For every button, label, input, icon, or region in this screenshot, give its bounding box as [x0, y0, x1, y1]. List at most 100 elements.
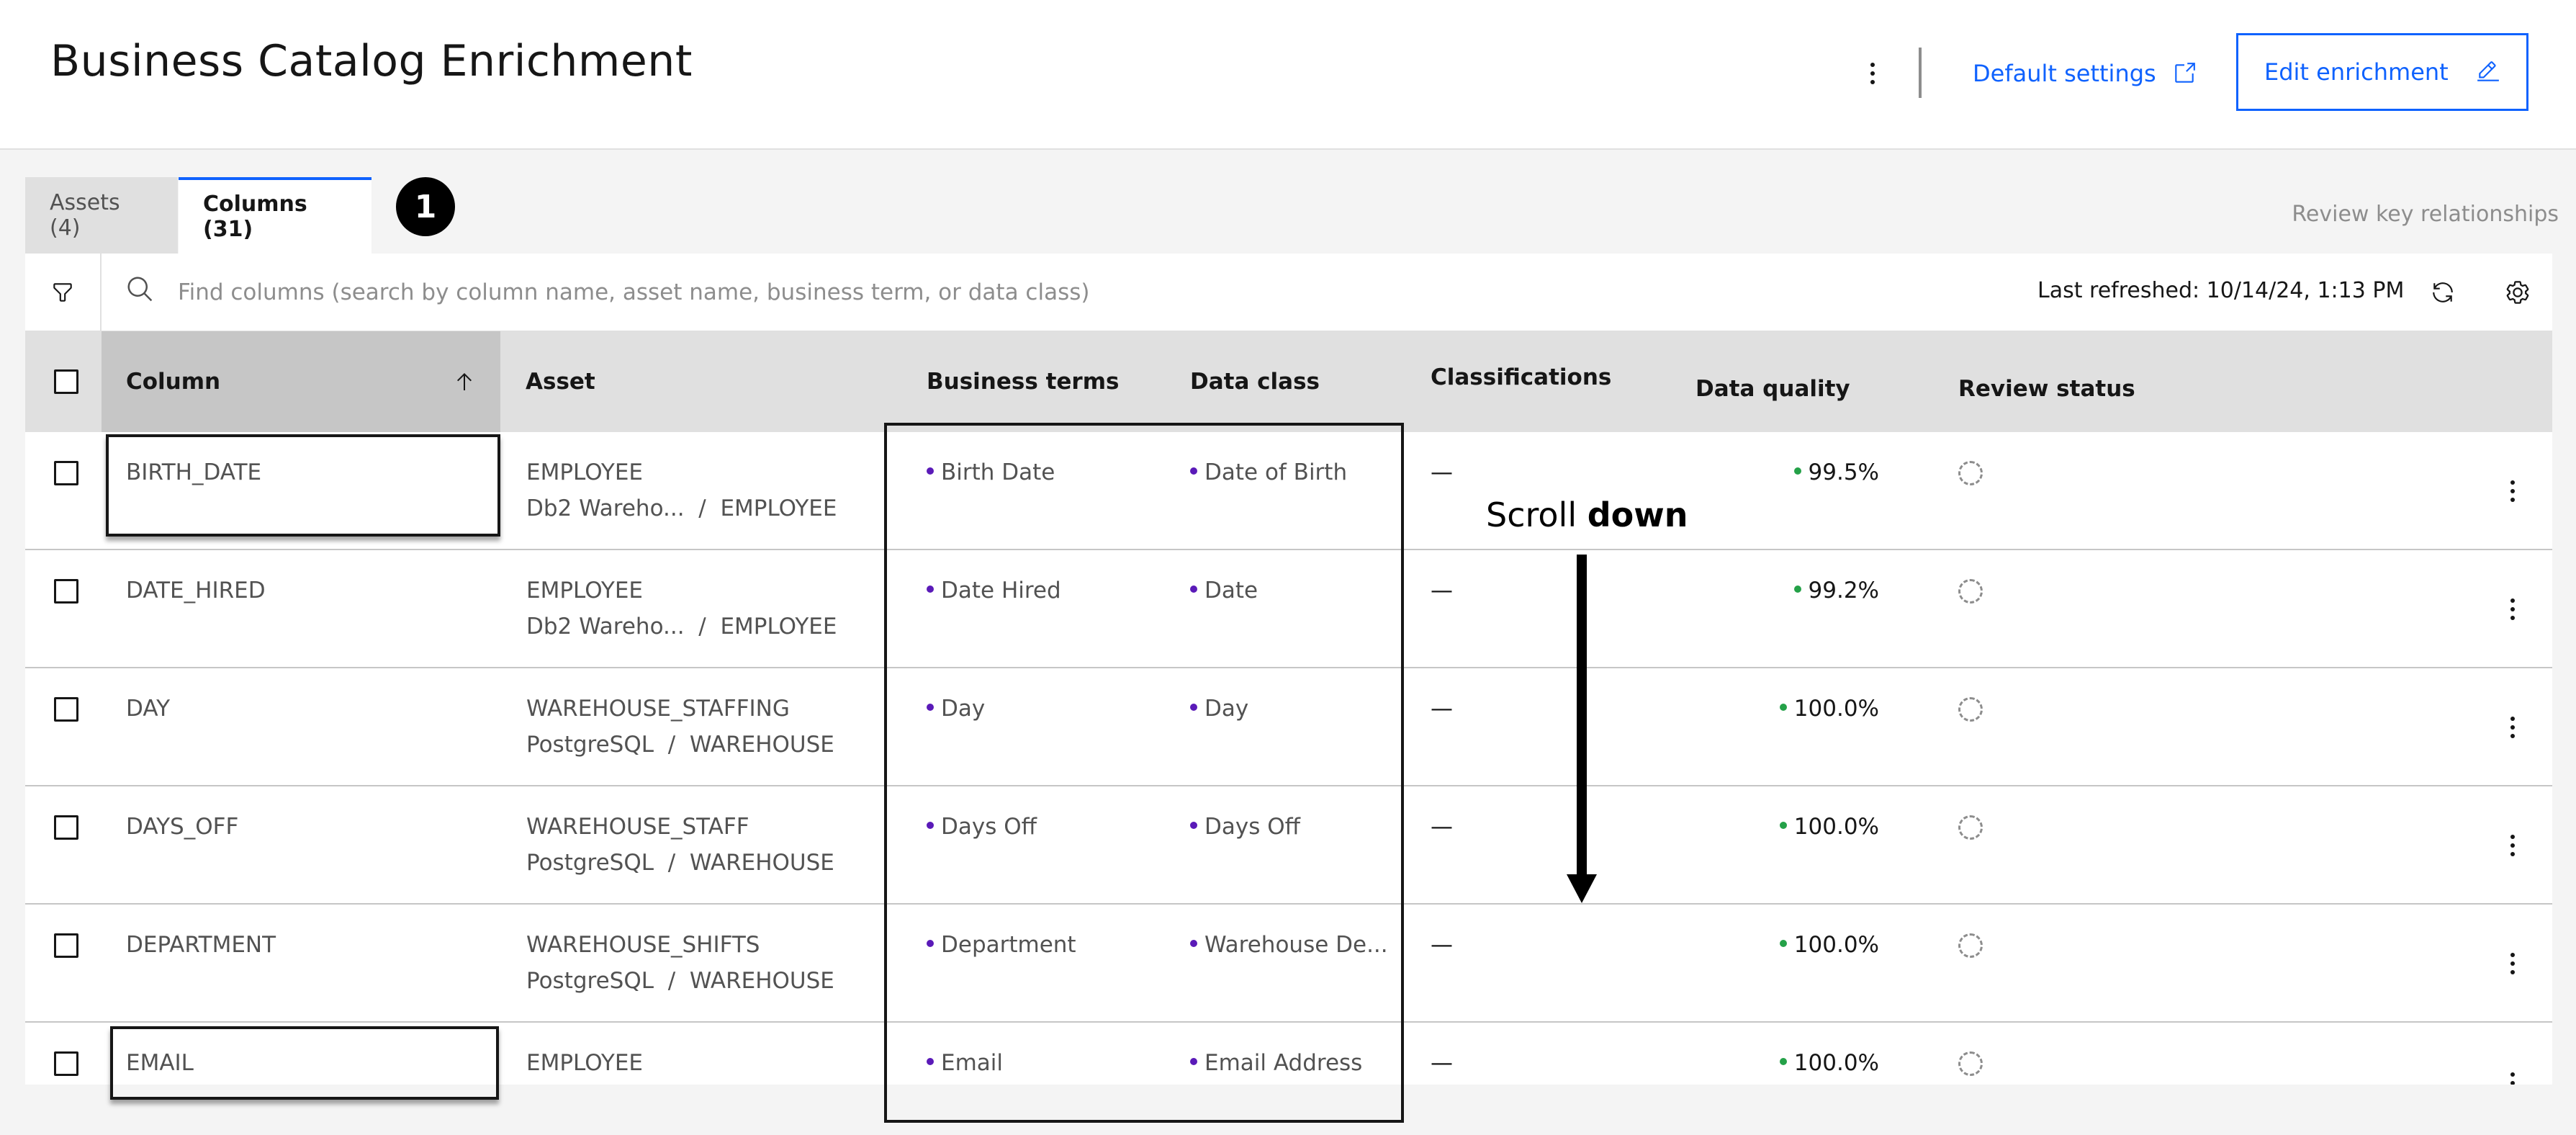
asset-path: Db2 Wareho... / EMPLOYEE — [526, 495, 837, 521]
classifications-value: — — [1431, 696, 1453, 722]
header-column[interactable]: Column — [126, 331, 500, 432]
data-class-tag[interactable]: Day — [1190, 696, 1248, 722]
row-checkbox[interactable] — [54, 933, 78, 958]
row-overflow-menu-icon[interactable] — [2502, 1066, 2523, 1085]
overflow-menu-icon[interactable] — [1862, 55, 1883, 92]
column-name[interactable]: DEPARTMENT — [126, 932, 276, 958]
asset-name[interactable]: WAREHOUSE_SHIFTS — [526, 932, 834, 958]
down-arrow-shaft — [1577, 555, 1587, 879]
asset-schema: EMPLOYEE — [720, 495, 837, 521]
asset-name[interactable]: EMPLOYEE — [526, 1050, 643, 1076]
business-term-tag[interactable]: Email — [927, 1050, 1003, 1076]
asset-schema: WAREHOUSE — [689, 732, 834, 758]
refresh-button[interactable] — [2423, 272, 2463, 313]
data-quality-label: 100.0% — [1793, 932, 1879, 958]
column-name[interactable]: DAY — [126, 696, 170, 722]
header-review-status[interactable]: Review status — [1958, 338, 2135, 439]
row-checkbox[interactable] — [54, 579, 78, 604]
table-toolbar: Last refreshed: 10/14/24, 1:13 PM — [25, 254, 2552, 331]
data-class-tag[interactable]: Days Off — [1190, 814, 1300, 840]
gear-icon — [2506, 281, 2529, 304]
filter-button[interactable] — [25, 254, 102, 331]
table-row[interactable]: BIRTH_DATE EMPLOYEE Db2 Wareho... / EMPL… — [25, 432, 2552, 550]
classifications-value: — — [1431, 1050, 1453, 1076]
asset-path: PostgreSQL / WAREHOUSE — [526, 968, 834, 994]
asset-cell: WAREHOUSE_STAFF PostgreSQL / WAREHOUSE — [526, 814, 834, 876]
header-classifications[interactable]: Classifications — [1431, 327, 1611, 428]
column-name[interactable]: BIRTH_DATE — [126, 459, 261, 485]
asset-cell: EMPLOYEE — [526, 1050, 643, 1076]
quality-dot-icon — [1779, 1057, 1787, 1065]
data-class-label: Warehouse De... — [1204, 932, 1388, 958]
review-status-icon — [1958, 815, 1983, 840]
header-data-quality[interactable]: Data quality — [1695, 338, 1850, 439]
data-quality-label: 100.0% — [1793, 1050, 1879, 1076]
asset-path: Db2 Wareho... / EMPLOYEE — [526, 614, 837, 640]
review-key-relationships-link[interactable]: Review key relationships — [2292, 202, 2559, 227]
header-business-terms[interactable]: Business terms — [927, 331, 1119, 432]
column-name[interactable]: EMAIL — [126, 1050, 194, 1076]
table-row[interactable]: DEPARTMENT WAREHOUSE_SHIFTS PostgreSQL /… — [25, 905, 2552, 1023]
business-term-tag[interactable]: Days Off — [927, 814, 1037, 840]
default-settings-link[interactable]: Default settings — [1973, 46, 2197, 101]
table-row[interactable]: DATE_HIRED EMPLOYEE Db2 Wareho... / EMPL… — [25, 550, 2552, 668]
header-asset[interactable]: Asset — [526, 331, 595, 432]
asset-schema: WAREHOUSE — [689, 968, 834, 994]
column-name[interactable]: DATE_HIRED — [126, 578, 266, 604]
edit-enrichment-button[interactable]: Edit enrichment — [2236, 33, 2528, 111]
business-term-tag[interactable]: Day — [927, 696, 985, 722]
review-status-icon — [1958, 697, 1983, 722]
edit-enrichment-label: Edit enrichment — [2264, 58, 2449, 86]
asset-name[interactable]: EMPLOYEE — [526, 459, 837, 485]
row-overflow-menu-icon[interactable] — [2502, 946, 2523, 981]
search-input[interactable] — [176, 268, 1544, 317]
refresh-icon — [2433, 282, 2453, 302]
data-quality-label: 100.0% — [1793, 814, 1879, 840]
table-header: Column Asset Business terms Data class C… — [25, 331, 2552, 432]
row-overflow-menu-icon[interactable] — [2502, 828, 2523, 863]
data-class-tag[interactable]: Date of Birth — [1190, 459, 1347, 485]
classifications-value: — — [1431, 932, 1453, 958]
header-data-class[interactable]: Data class — [1190, 331, 1320, 432]
business-term-label: Birth Date — [941, 459, 1055, 485]
row-overflow-menu-icon[interactable] — [2502, 710, 2523, 745]
data-class-tag[interactable]: Date — [1190, 578, 1258, 604]
table-row[interactable]: DAY WAREHOUSE_STAFFING PostgreSQL / WARE… — [25, 668, 2552, 786]
select-all-checkbox[interactable] — [54, 369, 78, 394]
table-settings-button[interactable] — [2498, 272, 2538, 313]
column-name[interactable]: DAYS_OFF — [126, 814, 238, 840]
data-class-label: Date — [1204, 578, 1258, 604]
table-row[interactable]: DAYS_OFF WAREHOUSE_STAFF PostgreSQL / WA… — [25, 786, 2552, 905]
quality-dot-icon — [1779, 821, 1787, 829]
business-term-tag[interactable]: Department — [927, 932, 1076, 958]
asset-name[interactable]: WAREHOUSE_STAFFING — [526, 696, 834, 722]
term-dot-icon — [927, 1057, 934, 1065]
header-column-label: Column — [126, 369, 221, 395]
search-icon — [126, 275, 161, 310]
data-class-tag[interactable]: Warehouse De... — [1190, 932, 1388, 958]
row-checkbox[interactable] — [54, 815, 78, 840]
row-overflow-menu-icon[interactable] — [2502, 592, 2523, 627]
data-class-label: Days Off — [1204, 814, 1300, 840]
quality-dot-icon — [1779, 703, 1787, 711]
asset-cell: EMPLOYEE Db2 Wareho... / EMPLOYEE — [526, 459, 837, 521]
divider — [1919, 48, 1922, 98]
business-term-tag[interactable]: Birth Date — [927, 459, 1055, 485]
table-row[interactable]: EMAIL EMPLOYEE Email Email Address — 100… — [25, 1023, 2552, 1085]
asset-path: PostgreSQL / WAREHOUSE — [526, 850, 834, 876]
data-quality-value: 99.5% — [1793, 459, 1879, 485]
row-checkbox[interactable] — [54, 1051, 78, 1076]
tab-columns[interactable]: Columns (31) — [179, 177, 371, 254]
launch-icon — [2174, 63, 2195, 83]
asset-name[interactable]: EMPLOYEE — [526, 578, 837, 604]
asset-name[interactable]: WAREHOUSE_STAFF — [526, 814, 834, 840]
class-dot-icon — [1190, 585, 1197, 593]
row-checkbox[interactable] — [54, 697, 78, 722]
row-overflow-menu-icon[interactable] — [2502, 474, 2523, 508]
row-checkbox[interactable] — [54, 461, 78, 485]
data-quality-value: 100.0% — [1779, 814, 1879, 840]
data-class-tag[interactable]: Email Address — [1190, 1050, 1362, 1076]
tab-assets[interactable]: Assets (4) — [25, 177, 178, 254]
business-term-tag[interactable]: Date Hired — [927, 578, 1061, 604]
step-number-badge: 1 — [396, 177, 455, 236]
